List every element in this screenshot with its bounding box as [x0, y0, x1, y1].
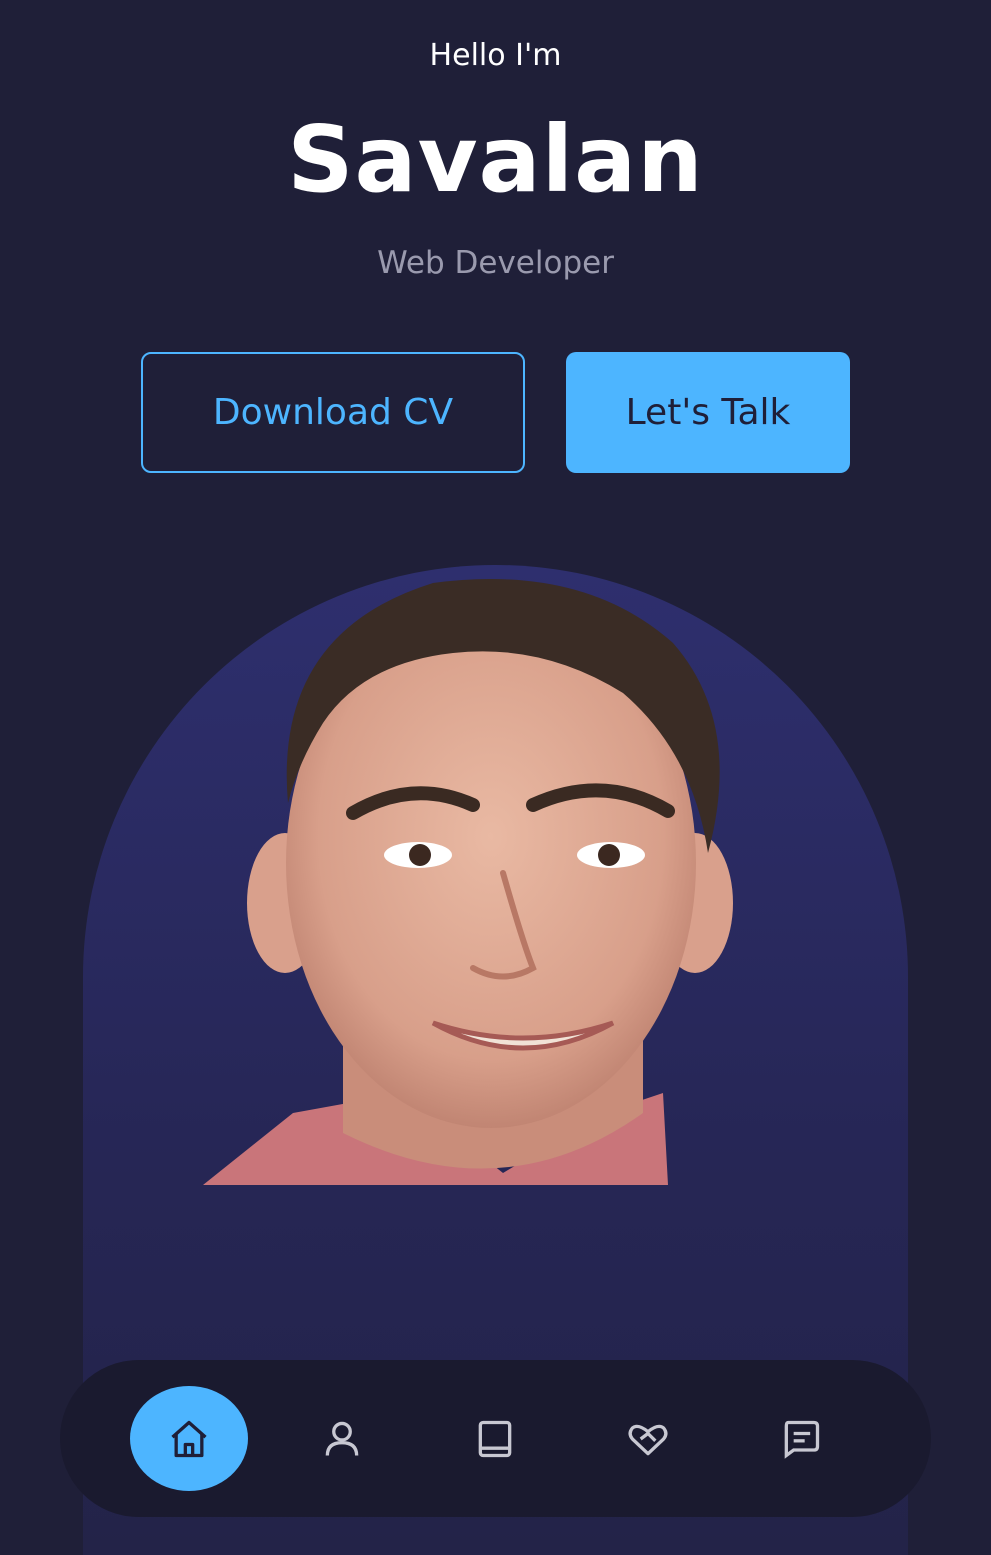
download-cv-button[interactable]: Download CV	[141, 352, 525, 473]
book-icon	[478, 1420, 512, 1457]
message-icon	[784, 1420, 820, 1459]
lets-talk-button[interactable]: Let's Talk	[566, 352, 850, 473]
portfolio-page: Hello I'm Savalan Web Developer Download…	[0, 0, 991, 1555]
nav-services[interactable]	[589, 1386, 707, 1491]
profile-photo	[203, 579, 733, 1185]
nav-contact[interactable]	[742, 1386, 860, 1491]
greeting-text: Hello I'm	[429, 38, 562, 73]
nav-experience[interactable]	[436, 1386, 554, 1491]
nav-about[interactable]	[283, 1386, 401, 1491]
user-icon	[325, 1421, 359, 1456]
hero-name: Savalan	[287, 106, 704, 213]
nav-home[interactable]	[130, 1386, 248, 1491]
home-icon	[171, 1420, 207, 1457]
handshake-icon	[628, 1424, 668, 1455]
hero-role: Web Developer	[377, 245, 614, 281]
bottom-nav	[60, 1360, 931, 1517]
